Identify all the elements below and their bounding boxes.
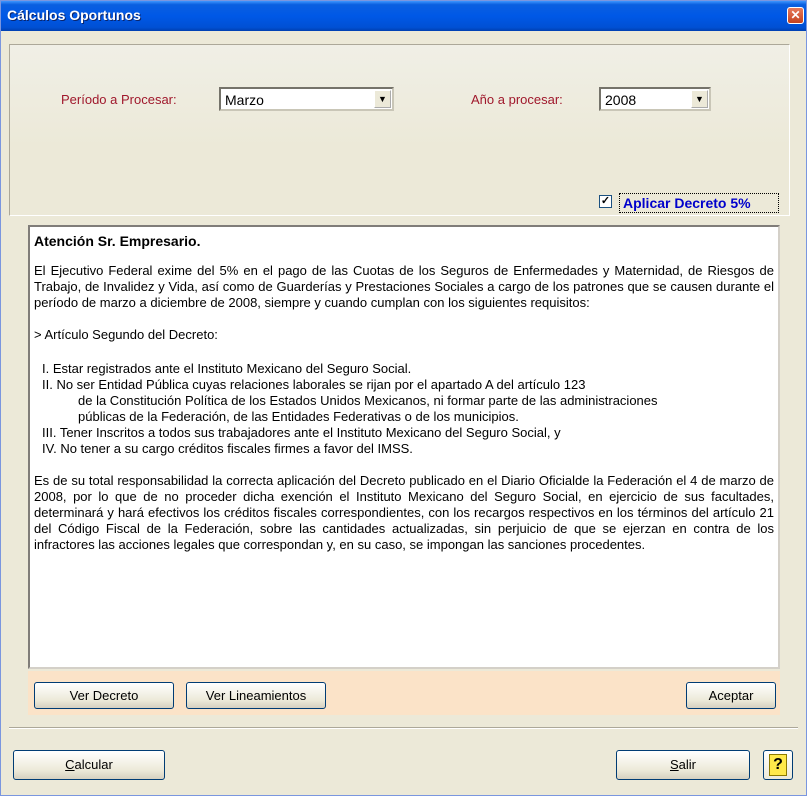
- year-select[interactable]: 2008 ▼: [599, 87, 711, 111]
- check-icon: ✓: [600, 195, 611, 207]
- requirement-item: de la Constitución Política de los Estad…: [78, 393, 658, 408]
- filters-panel: [9, 44, 790, 216]
- title-bar[interactable]: Cálculos Oportunos ✕: [1, 1, 806, 31]
- notice-panel[interactable]: Atención Sr. Empresario. El Ejecutivo Fe…: [28, 225, 780, 669]
- year-label: Año a procesar:: [471, 92, 563, 107]
- ver-decreto-button[interactable]: Ver Decreto: [34, 682, 174, 709]
- requirement-item: I. Estar registrados ante el Instituto M…: [42, 361, 412, 376]
- period-label: Período a Procesar:: [61, 92, 177, 107]
- notice-heading: Atención Sr. Empresario.: [34, 233, 201, 249]
- requirements-list: I. Estar registrados ante el Instituto M…: [34, 361, 774, 457]
- chevron-down-icon[interactable]: ▼: [691, 90, 708, 108]
- apply-decree-label[interactable]: Aplicar Decreto 5%: [619, 193, 779, 213]
- aceptar-button[interactable]: Aceptar: [686, 682, 776, 709]
- calcular-label: alcular: [74, 757, 113, 772]
- salir-mnemonic: S: [669, 757, 679, 772]
- calcular-button[interactable]: Calcular: [13, 750, 165, 780]
- dialog-window: Cálculos Oportunos ✕ Período a Procesar:…: [0, 0, 807, 796]
- salir-label: alir: [678, 757, 696, 772]
- apply-decree-checkbox[interactable]: ✓: [599, 195, 612, 208]
- notice-closing: Es de su total responsabilidad la correc…: [34, 473, 774, 552]
- notice-button-strip: Ver Decreto Ver Lineamientos Aceptar: [28, 671, 780, 715]
- article-heading: > Artículo Segundo del Decreto:: [34, 327, 218, 342]
- requirement-item: IV. No tener a su cargo créditos fiscale…: [42, 441, 413, 456]
- period-select[interactable]: Marzo ▼: [219, 87, 394, 111]
- close-button[interactable]: ✕: [787, 7, 804, 24]
- help-button[interactable]: ?: [763, 750, 793, 780]
- requirement-item: II. No ser Entidad Pública cuyas relacio…: [42, 377, 586, 392]
- window-title: Cálculos Oportunos: [7, 7, 141, 23]
- calcular-mnemonic: C: [65, 757, 75, 772]
- chevron-down-icon[interactable]: ▼: [374, 90, 391, 108]
- close-icon: ✕: [790, 8, 801, 22]
- requirement-item: públicas de la Federación, de las Entida…: [78, 409, 519, 424]
- salir-button[interactable]: Salir: [616, 750, 750, 780]
- help-icon: ?: [769, 754, 787, 776]
- requirement-item: III. Tener Inscritos a todos sus trabaja…: [42, 425, 561, 440]
- notice-intro: El Ejecutivo Federal exime del 5% en el …: [34, 263, 774, 310]
- notice-text: Atención Sr. Empresario. El Ejecutivo Fe…: [34, 233, 774, 569]
- footer-divider: [9, 727, 798, 729]
- period-select-value: Marzo: [225, 92, 264, 108]
- year-select-value: 2008: [605, 92, 637, 108]
- ver-lineamientos-button[interactable]: Ver Lineamientos: [186, 682, 326, 709]
